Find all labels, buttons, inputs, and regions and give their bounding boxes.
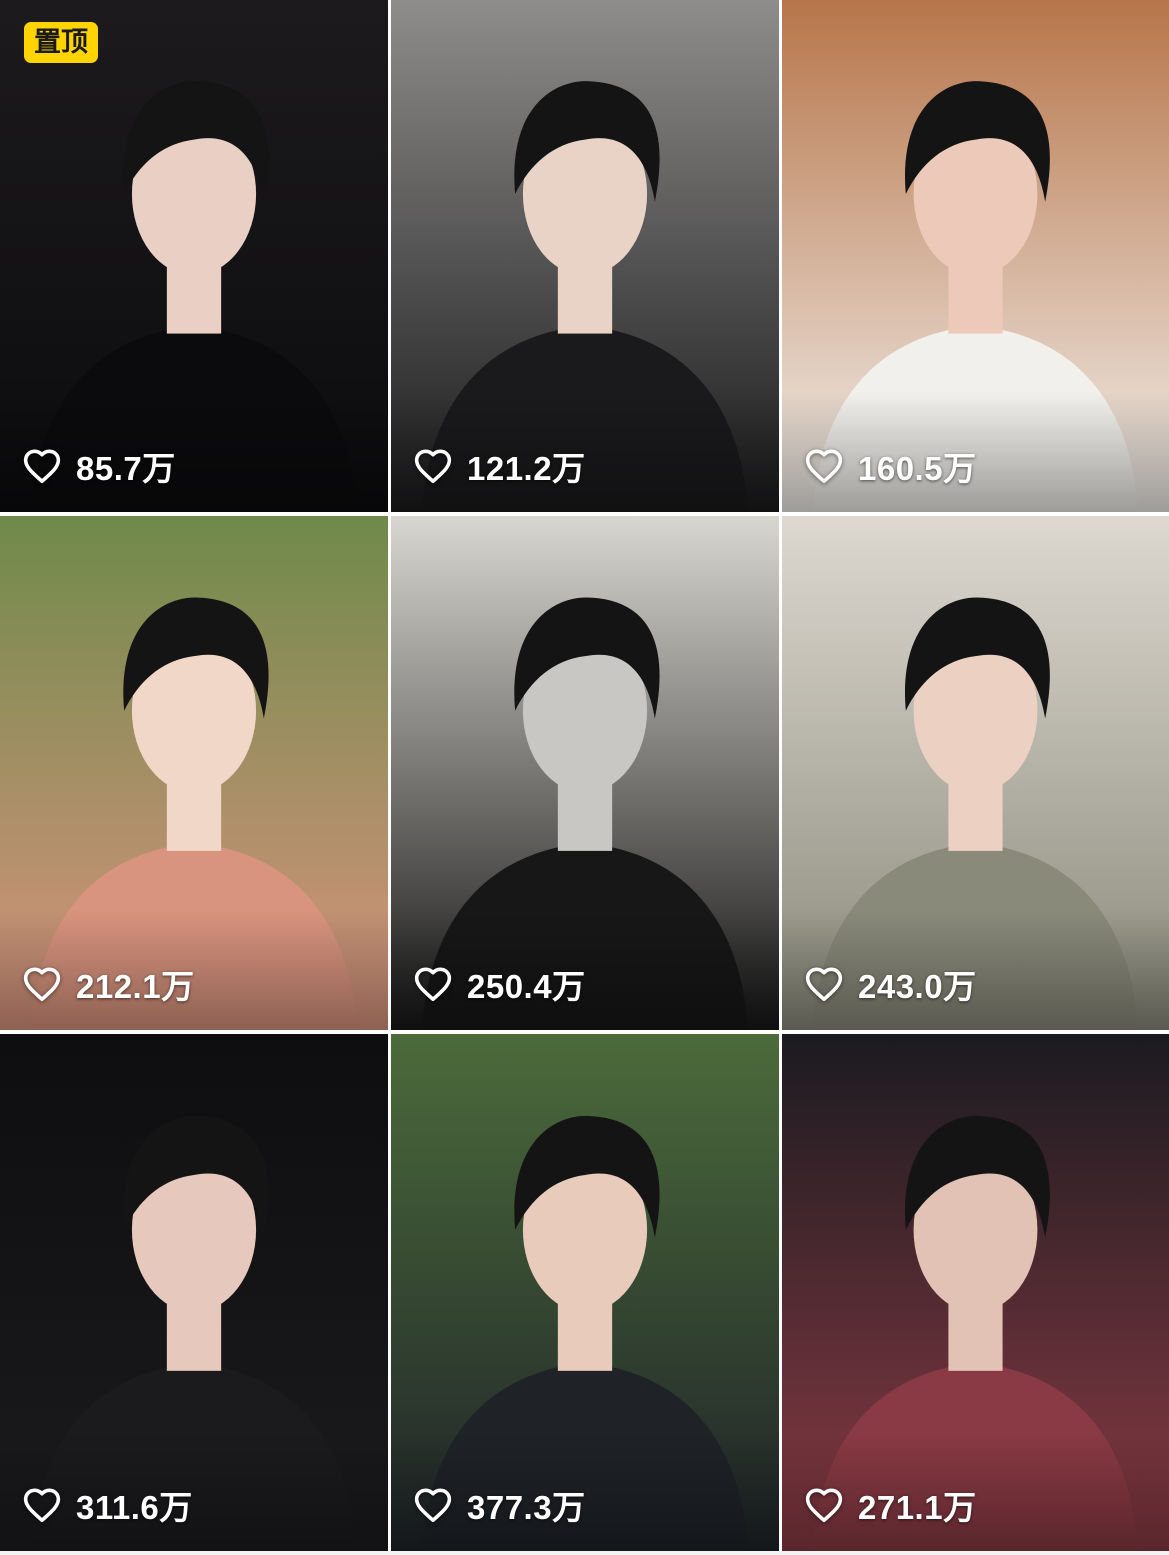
video-tile[interactable]: 250.4万 xyxy=(391,516,779,1030)
like-count: 377.3万 xyxy=(413,1481,586,1529)
like-count-value: 271.1万 xyxy=(858,1489,977,1526)
heart-outline-icon xyxy=(23,967,61,1002)
video-grid: 置顶 85.7万 121.2万 160.5万 212.1万 250.4万 243.0万 311… xyxy=(0,0,1169,1555)
heart-outline-icon xyxy=(414,1488,452,1523)
like-count-value: 85.7万 xyxy=(76,450,176,487)
like-count: 250.4万 xyxy=(413,960,586,1008)
video-tile[interactable]: 160.5万 xyxy=(782,0,1169,512)
like-count: 212.1万 xyxy=(22,960,195,1008)
like-count: 85.7万 xyxy=(22,442,176,490)
like-count-value: 250.4万 xyxy=(467,968,586,1005)
video-tile[interactable]: 212.1万 xyxy=(0,516,388,1030)
pinned-badge: 置顶 xyxy=(24,22,98,63)
video-tile[interactable]: 311.6万 xyxy=(0,1034,388,1551)
heart-outline-icon xyxy=(414,449,452,484)
heart-outline-icon xyxy=(805,449,843,484)
like-count: 311.6万 xyxy=(22,1481,193,1529)
heart-outline-icon xyxy=(23,1488,61,1523)
like-count-value: 121.2万 xyxy=(467,450,586,487)
video-tile[interactable]: 243.0万 xyxy=(782,516,1169,1030)
heart-outline-icon xyxy=(805,1488,843,1523)
heart-outline-icon xyxy=(23,449,61,484)
like-count: 243.0万 xyxy=(804,960,977,1008)
like-count: 160.5万 xyxy=(804,442,977,490)
like-count: 121.2万 xyxy=(413,442,586,490)
like-count-value: 212.1万 xyxy=(76,968,195,1005)
video-tile[interactable]: 377.3万 xyxy=(391,1034,779,1551)
like-count-value: 243.0万 xyxy=(858,968,977,1005)
heart-outline-icon xyxy=(414,967,452,1002)
bottom-divider xyxy=(0,1551,1169,1555)
like-count-value: 311.6万 xyxy=(76,1489,193,1526)
video-tile[interactable]: 271.1万 xyxy=(782,1034,1169,1551)
video-tile[interactable]: 置顶 85.7万 xyxy=(0,0,388,512)
like-count-value: 160.5万 xyxy=(858,450,977,487)
like-count-value: 377.3万 xyxy=(467,1489,586,1526)
video-tile[interactable]: 121.2万 xyxy=(391,0,779,512)
heart-outline-icon xyxy=(805,967,843,1002)
like-count: 271.1万 xyxy=(804,1481,977,1529)
